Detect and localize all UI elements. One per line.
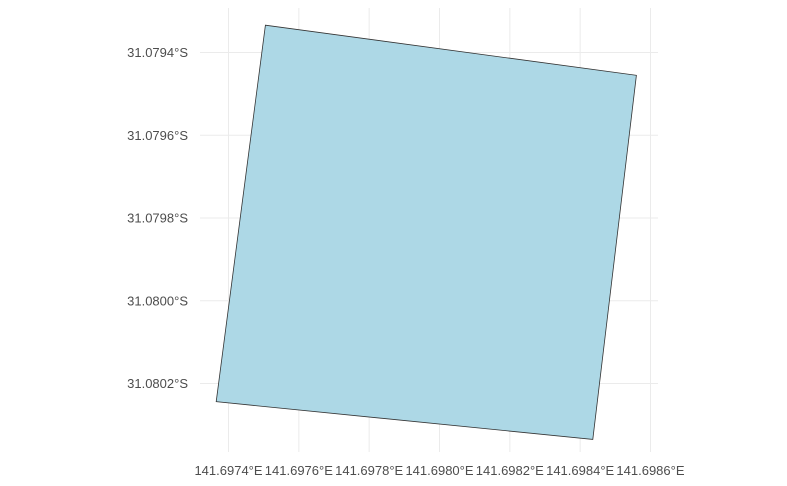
x-axis-tick-labels: 141.6974°E 141.6976°E 141.6978°E 141.6980°E… — [194, 463, 684, 478]
x-tick-label: 141.6984°E — [546, 463, 614, 478]
map-plot: 141.6974°E 141.6976°E 141.6978°E 141.6980°E… — [0, 0, 787, 486]
x-tick-label: 141.6978°E — [335, 463, 403, 478]
x-tick-label: 141.6976°E — [265, 463, 333, 478]
x-tick-label: 141.6982°E — [476, 463, 544, 478]
y-tick-label: 31.0802°S — [127, 376, 188, 391]
y-tick-label: 31.0796°S — [127, 128, 188, 143]
polygon-shape — [215, 24, 637, 440]
y-tick-label: 31.0794°S — [127, 45, 188, 60]
x-tick-label: 141.6986°E — [616, 463, 684, 478]
x-tick-label: 141.6980°E — [405, 463, 473, 478]
y-tick-label: 31.0800°S — [127, 293, 188, 308]
y-tick-label: 31.0798°S — [127, 211, 188, 226]
polygon-layer — [215, 24, 637, 440]
x-tick-label: 141.6974°E — [194, 463, 262, 478]
